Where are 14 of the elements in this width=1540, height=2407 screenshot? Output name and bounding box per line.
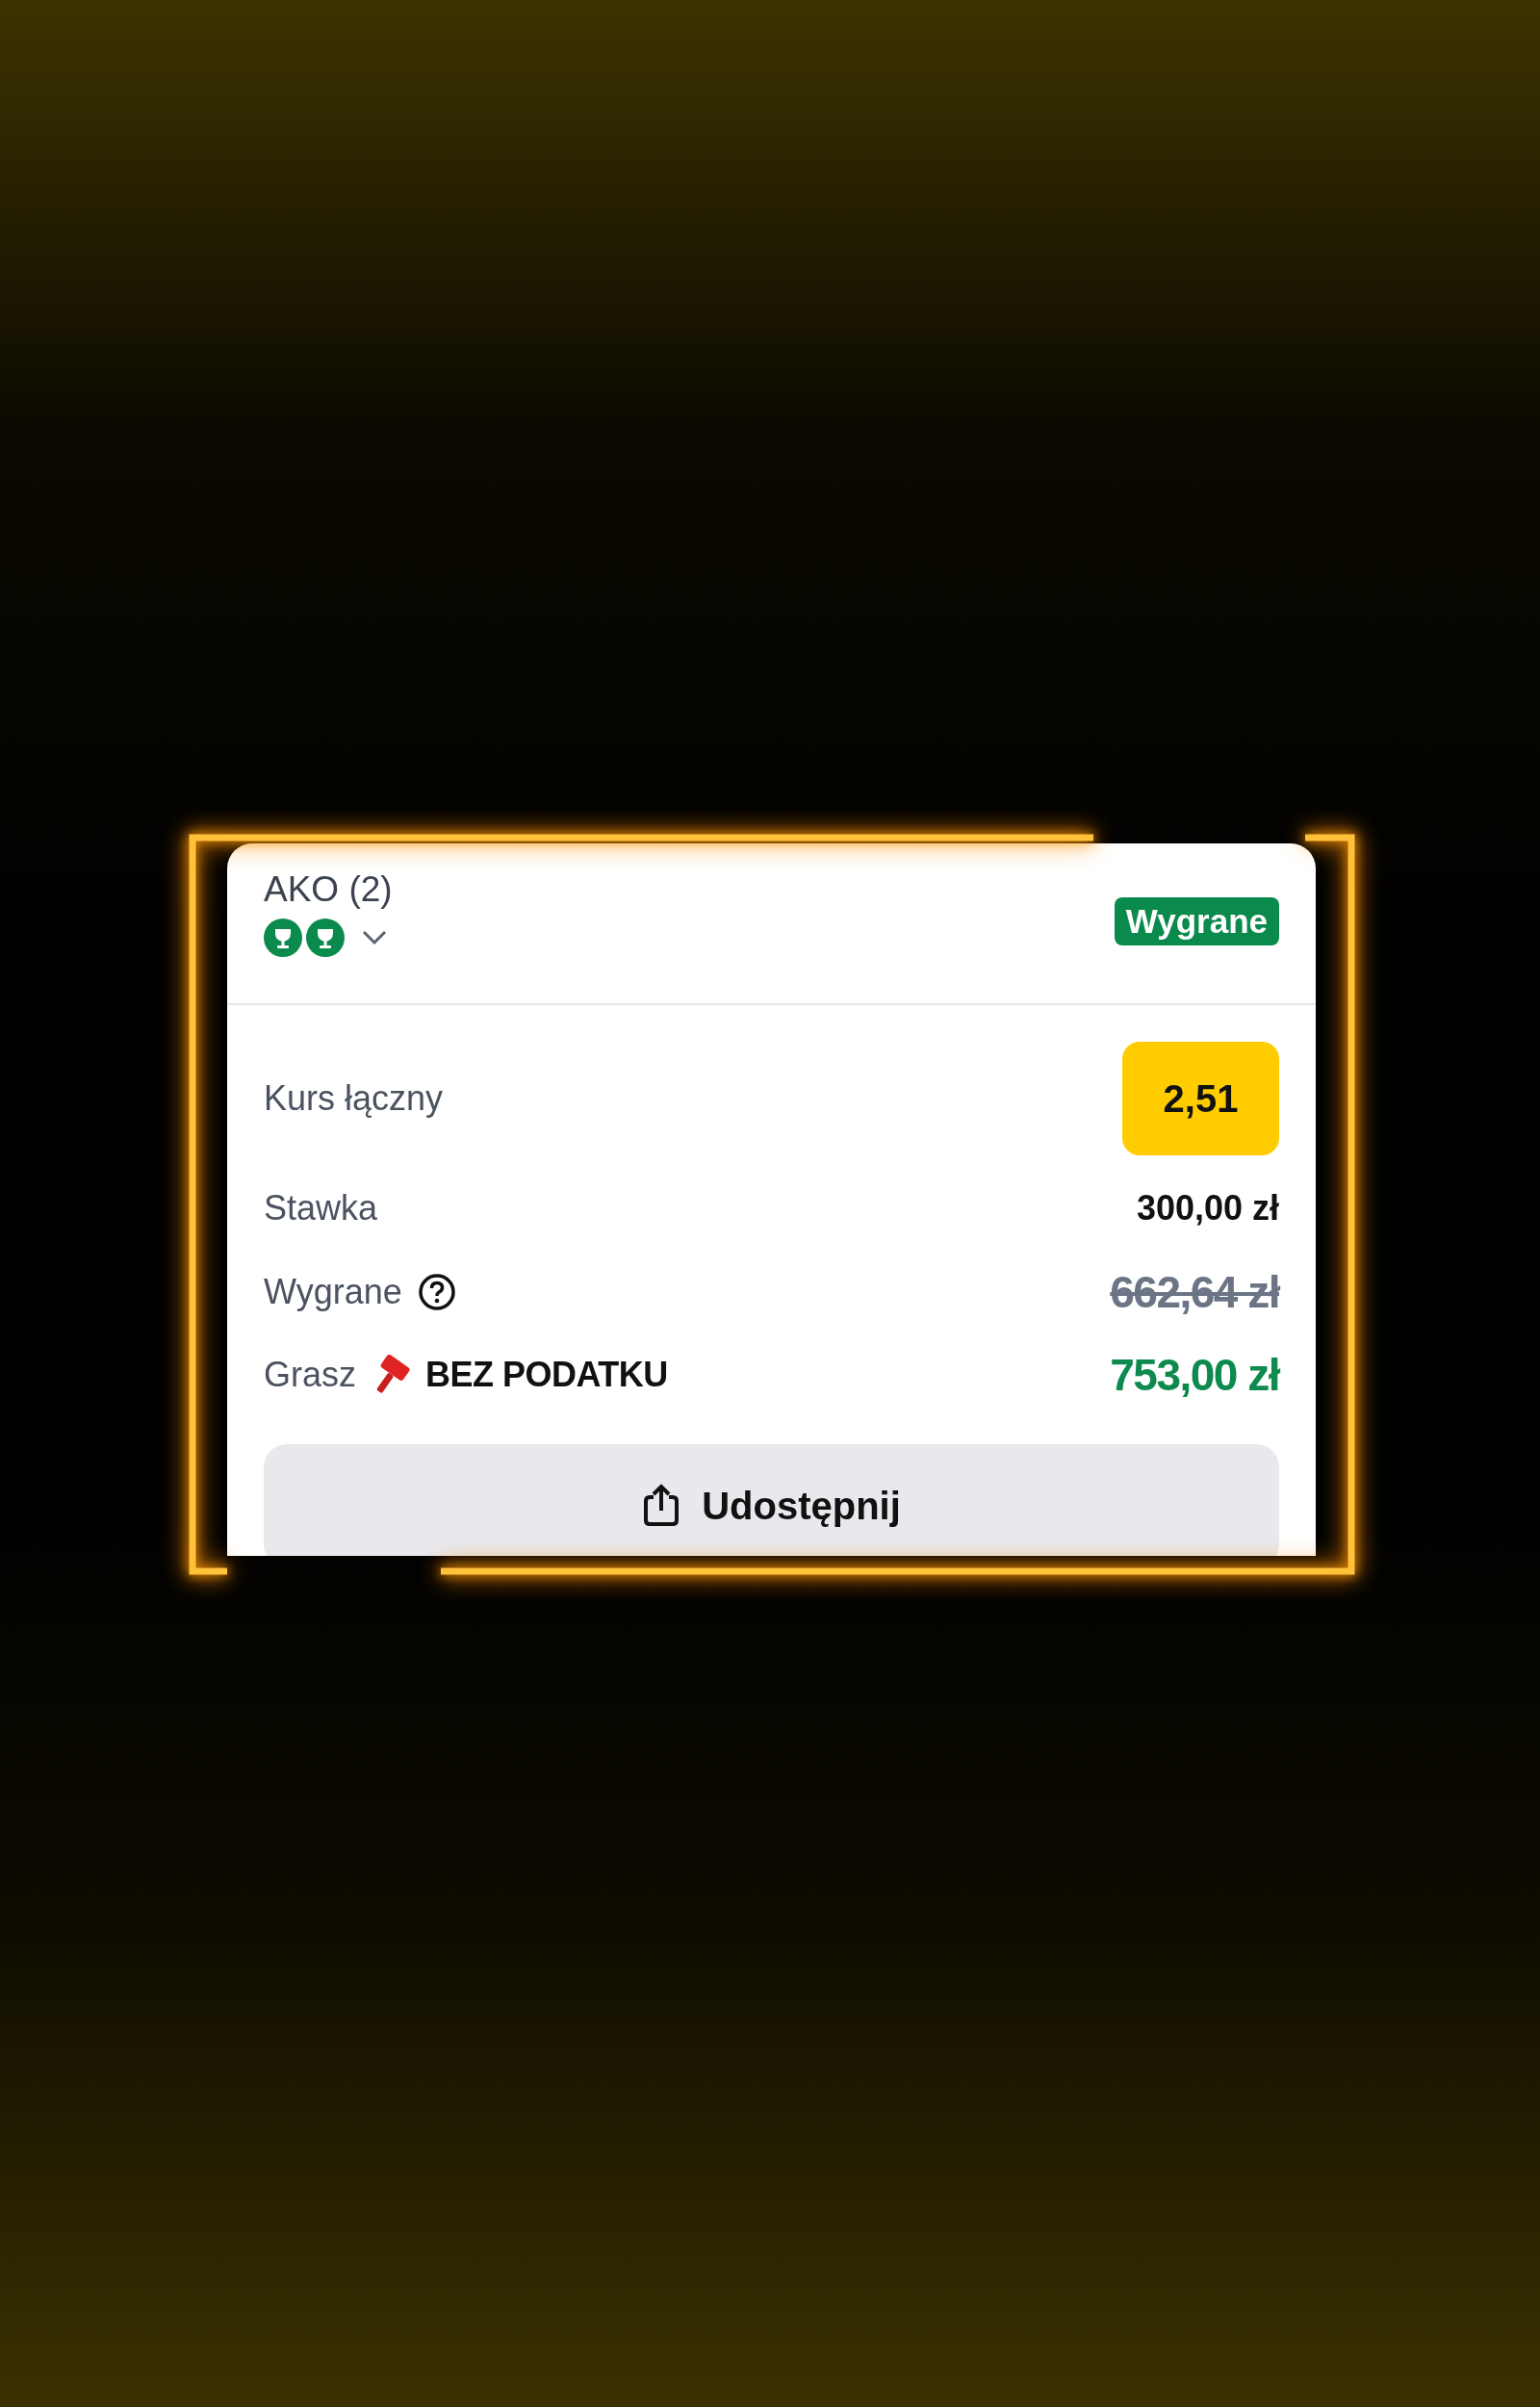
row-label: Wygrane bbox=[264, 1271, 402, 1313]
status-badge: Wygrane bbox=[1114, 897, 1279, 945]
struck-amount: 662,64 zł bbox=[1110, 1265, 1279, 1319]
row-label: Stawka bbox=[264, 1187, 378, 1229]
bet-title: AKO (2) bbox=[264, 868, 393, 911]
stake-amount: 300,00 zł bbox=[1136, 1187, 1279, 1229]
payout-amount: 753,00 zł bbox=[1110, 1349, 1279, 1402]
help-icon[interactable] bbox=[417, 1273, 456, 1312]
row-label: Kurs łączny bbox=[264, 1076, 444, 1120]
tax-free-label: BEZ PODATKU bbox=[425, 1354, 668, 1397]
share-icon bbox=[642, 1484, 681, 1529]
row-label: Grasz bbox=[264, 1354, 356, 1397]
share-button[interactable]: Udostępnij bbox=[264, 1444, 1279, 1556]
odds-badge: 2,51 bbox=[1122, 1042, 1279, 1155]
